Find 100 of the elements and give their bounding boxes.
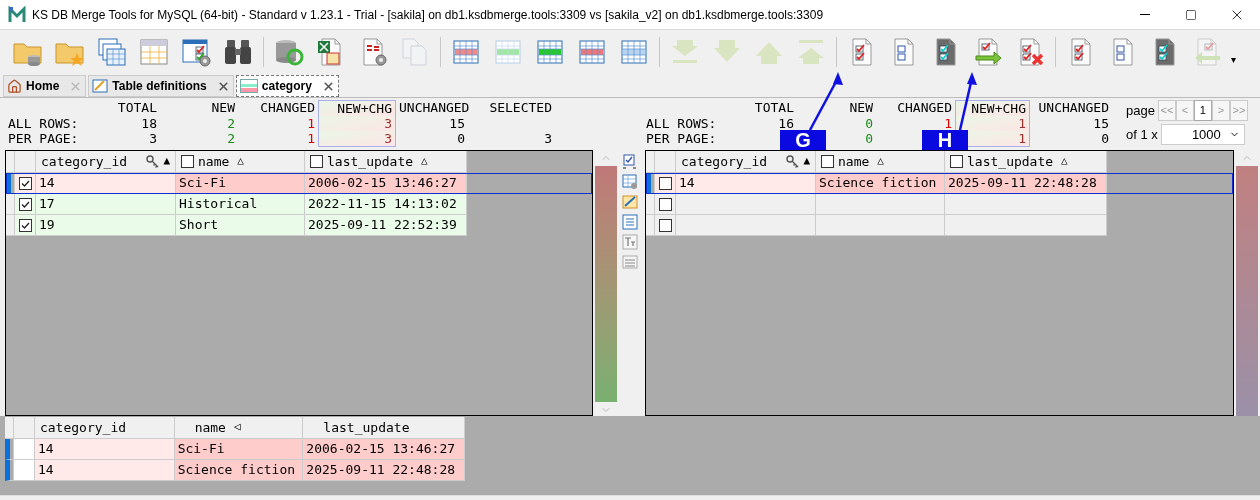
table-cell: 19: [36, 215, 176, 236]
checkbox[interactable]: [950, 155, 963, 168]
overflow-menu[interactable]: ▾: [1231, 51, 1236, 67]
column-title: name: [838, 152, 870, 171]
sort-indicator[interactable]: ◁: [233, 419, 241, 436]
select-table-icon: [138, 36, 170, 68]
close-icon[interactable]: [321, 79, 335, 93]
count-value: 16: [778, 116, 794, 131]
table-cell: 14: [676, 173, 816, 194]
table-settings-icon[interactable]: [622, 174, 638, 190]
table-row[interactable]: 14 Science fiction 2025-09-11 22:48:28: [646, 173, 1233, 194]
key-icon: [146, 155, 160, 168]
column-header[interactable]: category_id: [34, 417, 175, 439]
list-icon[interactable]: [622, 254, 638, 270]
sort-indicator[interactable]: ▲: [163, 153, 170, 170]
table-cell: Science fiction: [174, 460, 304, 481]
table-row[interactable]: 14 Science fiction 2025-09-11 22:48:28: [5, 460, 465, 481]
table-cell: [14, 439, 35, 460]
column-header[interactable]: name △: [176, 151, 305, 173]
list-view-icon[interactable]: [622, 214, 638, 230]
column-heading: UNCHANGED: [399, 100, 470, 115]
column-header[interactable]: last_update △: [945, 151, 1107, 173]
maximize-icon: [1185, 8, 1197, 21]
key-icon: [786, 155, 800, 168]
table-cell: Short: [176, 215, 305, 236]
table-row[interactable]: 19 Short 2025-09-11 22:52:39: [6, 215, 592, 236]
column-title: category_id: [41, 152, 128, 171]
checkbox[interactable]: [181, 155, 194, 168]
checkbox[interactable]: [310, 155, 323, 168]
table-row[interactable]: 14 Sci-Fi 2006-02-15 13:46:27: [5, 439, 465, 460]
table-edit-icon: [92, 78, 109, 94]
checkbox-column-header: [15, 151, 36, 173]
sort-indicator[interactable]: △: [421, 153, 428, 170]
table-cell: 2022-11-15 14:13:02: [305, 194, 467, 215]
column-header[interactable]: name △: [816, 151, 945, 173]
count-value: 3: [544, 131, 552, 146]
column-title: category_id: [681, 152, 768, 171]
column-heading: NEW: [211, 100, 235, 115]
sort-indicator[interactable]: △: [237, 153, 244, 170]
table-cell: 2006-02-15 13:46:27: [305, 173, 467, 194]
column-title: last_update: [323, 418, 410, 437]
table-cell: Sci-Fi: [176, 173, 305, 194]
count-value: 3: [384, 116, 392, 131]
count-value: 1: [944, 116, 952, 131]
tab[interactable]: Home: [3, 75, 87, 97]
column-header[interactable]: last_update △: [305, 151, 467, 173]
table-row[interactable]: 17 Historical 2022-11-15 14:13:02: [6, 194, 592, 215]
page-size-dropdown[interactable]: 1000: [1160, 124, 1245, 145]
tables-icon: [96, 36, 128, 68]
table-cell: 14: [34, 460, 175, 481]
checkbox[interactable]: [821, 155, 834, 168]
text-format-icon[interactable]: [622, 234, 638, 250]
table-cell: [14, 460, 35, 481]
edit-table-icon[interactable]: [622, 194, 638, 210]
count-value: 0: [457, 131, 465, 146]
tab[interactable]: category: [235, 75, 339, 97]
count-value: 3: [384, 131, 392, 146]
count-value: 0: [865, 131, 873, 146]
minimize-icon: [1140, 14, 1150, 15]
column-title: name: [194, 418, 226, 437]
row-label: PER PAGE:: [646, 131, 717, 146]
table-cell: 2006-02-15 13:46:27: [303, 439, 465, 460]
pager-label: page: [1126, 101, 1155, 120]
count-value: 0: [865, 116, 873, 131]
column-header[interactable]: category_id ▲: [36, 151, 176, 173]
row-label: ALL ROWS:: [8, 116, 79, 131]
close-icon[interactable]: [216, 79, 230, 93]
column-title: name: [198, 152, 230, 171]
row-label: ALL ROWS:: [646, 116, 717, 131]
app-logo-icon: [8, 5, 26, 24]
sort-indicator[interactable]: △: [1061, 153, 1068, 170]
window-title: KS DB Merge Tools for MySQL (64-bit) - Standard v 1.23.1 - Trial - [sakila] on db1.ksdbmerge.tools:3309 vs [sakila_v2] on db1.ksdbmerge.tools:3309: [32, 6, 824, 24]
column-header[interactable]: last_update: [303, 417, 465, 439]
callout-tooltip: G: [780, 130, 826, 150]
column-heading: UNCHANGED: [1038, 100, 1109, 115]
column-heading: NEW+CHG: [971, 101, 1026, 116]
sort-indicator[interactable]: ▲: [803, 153, 810, 170]
count-value: 0: [1101, 131, 1109, 146]
count-value: 1: [307, 131, 315, 146]
column-title: last_update: [327, 152, 414, 171]
table-cell: 2025-09-11 22:52:39: [305, 215, 467, 236]
corner-header-cell: [646, 151, 655, 173]
check-list-icon[interactable]: [622, 154, 638, 170]
count-value: 2: [227, 131, 235, 146]
count-value: 18: [141, 116, 157, 131]
table-row[interactable]: 14 Sci-Fi 2006-02-15 13:46:27: [6, 173, 592, 194]
column-heading: CHANGED: [260, 100, 315, 115]
table-grid-icon: [239, 79, 258, 93]
count-value: 3: [149, 131, 157, 146]
column-title: last_update: [967, 152, 1054, 171]
column-title: category_id: [39, 418, 127, 437]
count-value: 1: [307, 116, 315, 131]
sort-indicator[interactable]: △: [877, 153, 884, 170]
corner-header-cell: [5, 417, 14, 439]
column-header[interactable]: category_id ▲: [676, 151, 816, 173]
table-cell: 14: [36, 173, 176, 194]
table-cell: Historical: [176, 194, 305, 215]
column-header[interactable]: name ◁: [174, 417, 304, 439]
count-value: 1: [1018, 116, 1026, 131]
tab[interactable]: Table definitions: [88, 75, 234, 97]
